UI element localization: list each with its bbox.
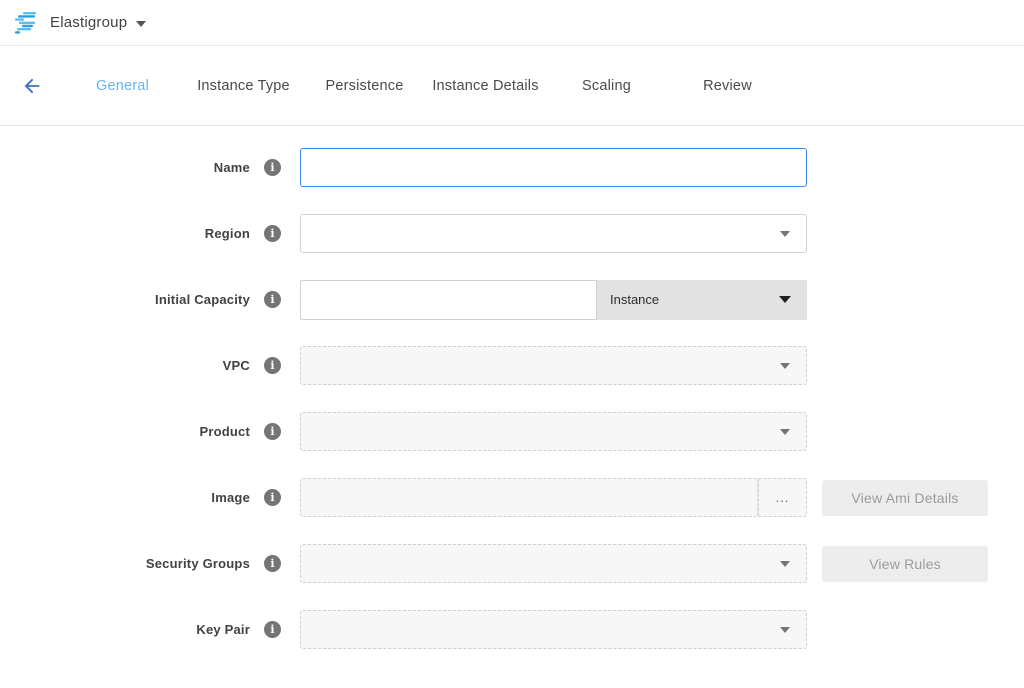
security-groups-label: Security Groups xyxy=(146,556,250,571)
initial-capacity-input[interactable] xyxy=(300,280,597,320)
info-icon[interactable]: i xyxy=(264,555,281,572)
tab-scaling[interactable]: Scaling xyxy=(546,78,667,94)
name-row: Name i xyxy=(0,148,1024,187)
view-rules-button: View Rules xyxy=(822,546,988,582)
region-label: Region xyxy=(205,226,250,241)
image-browse-button: ... xyxy=(758,479,806,516)
key-pair-select xyxy=(300,610,807,649)
product-label: Product xyxy=(199,424,250,439)
vpc-select xyxy=(300,346,807,385)
tab-instance-details[interactable]: Instance Details xyxy=(425,78,546,94)
tab-review[interactable]: Review xyxy=(667,78,788,94)
arrow-left-icon xyxy=(21,75,43,97)
capacity-unit-select[interactable]: Instance xyxy=(597,280,807,320)
region-select[interactable] xyxy=(300,214,807,253)
key-pair-label: Key Pair xyxy=(196,622,250,637)
caret-down-icon xyxy=(780,561,790,567)
initial-capacity-row: Initial Capacity i Instance xyxy=(0,280,1024,319)
info-icon[interactable]: i xyxy=(264,423,281,440)
info-icon[interactable]: i xyxy=(264,621,281,638)
caret-down-icon xyxy=(779,296,791,303)
info-icon[interactable]: i xyxy=(264,489,281,506)
caret-down-icon xyxy=(780,231,790,237)
initial-capacity-label: Initial Capacity xyxy=(155,292,250,307)
caret-down-icon xyxy=(136,21,146,27)
vpc-row: VPC i xyxy=(0,346,1024,385)
elastigroup-logo-icon xyxy=(14,12,40,34)
security-groups-row: Security Groups i View Rules xyxy=(0,544,1024,583)
tab-instance-type[interactable]: Instance Type xyxy=(183,78,304,94)
app-switcher[interactable]: Elastigroup xyxy=(50,14,146,31)
name-input[interactable] xyxy=(300,148,807,187)
security-groups-select xyxy=(300,544,807,583)
tab-general[interactable]: General xyxy=(62,78,183,94)
info-icon[interactable]: i xyxy=(264,225,281,242)
region-row: Region i xyxy=(0,214,1024,253)
caret-down-icon xyxy=(780,363,790,369)
wizard-tab-bar: General Instance Type Persistence Instan… xyxy=(0,46,1024,126)
app-title: Elastigroup xyxy=(50,14,127,31)
tab-persistence[interactable]: Persistence xyxy=(304,78,425,94)
image-input: ... xyxy=(300,478,807,517)
image-label: Image xyxy=(211,490,250,505)
product-row: Product i xyxy=(0,412,1024,451)
general-settings-form: Name i Region i Initial Capacity i Insta… xyxy=(0,148,1024,649)
info-icon[interactable]: i xyxy=(264,159,281,176)
info-icon[interactable]: i xyxy=(264,291,281,308)
app-header: Elastigroup xyxy=(0,0,1024,46)
image-row: Image i ... View Ami Details xyxy=(0,478,1024,517)
info-icon[interactable]: i xyxy=(264,357,281,374)
product-select xyxy=(300,412,807,451)
name-label: Name xyxy=(214,160,250,175)
caret-down-icon xyxy=(780,627,790,633)
key-pair-row: Key Pair i xyxy=(0,610,1024,649)
caret-down-icon xyxy=(780,429,790,435)
capacity-unit-value: Instance xyxy=(610,292,779,307)
back-button[interactable] xyxy=(20,74,44,98)
view-ami-details-button: View Ami Details xyxy=(822,480,988,516)
vpc-label: VPC xyxy=(223,358,250,373)
